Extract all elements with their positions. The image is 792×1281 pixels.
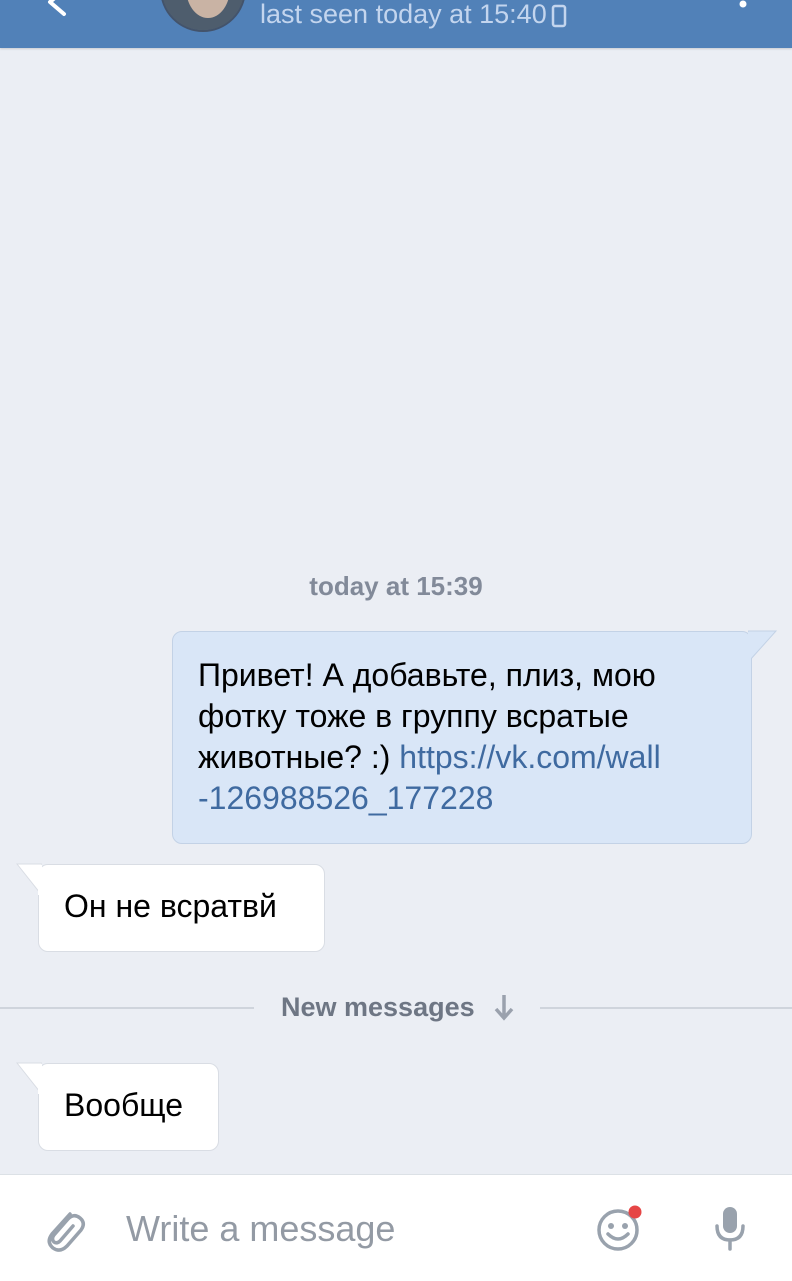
message-link-line1[interactable]: https://vk.com/wall [399, 739, 660, 775]
new-messages-label[interactable]: New messages [281, 992, 475, 1023]
bubble-tail [16, 1062, 42, 1094]
message-input[interactable]: Write a message [126, 1208, 395, 1250]
back-arrow-icon[interactable] [40, 0, 80, 18]
bubble-tail [748, 630, 778, 662]
last-seen-status: last seen today at 15:40 [260, 0, 567, 34]
message-link-line2[interactable]: -126988526_177228 [198, 780, 493, 816]
incoming-message-text: Вообще [64, 1087, 184, 1123]
attach-icon[interactable] [40, 1204, 86, 1254]
message-timestamp: today at 15:39 [309, 571, 483, 601]
incoming-message-text: Он не всратвй [64, 888, 277, 924]
phone-icon [551, 4, 566, 28]
mic-icon[interactable] [712, 1204, 748, 1252]
last-seen-text: last seen today at 15:40 [260, 0, 547, 29]
message-composer [0, 1174, 792, 1281]
divider-line-right [540, 1007, 792, 1009]
bubble-tail [16, 863, 42, 895]
outgoing-message-text: Привет! А добавьте, плиз, мою фотку тоже… [198, 655, 738, 819]
arrow-down-icon[interactable] [493, 993, 515, 1023]
emoji-icon[interactable] [596, 1204, 644, 1252]
divider-line-left [0, 1007, 254, 1009]
more-options-icon[interactable] [735, 0, 751, 12]
